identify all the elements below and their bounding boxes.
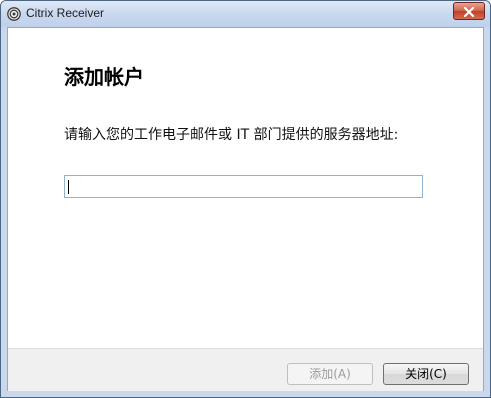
close-icon	[463, 2, 475, 21]
app-window: Citrix Receiver 添加帐户 请输入您的工作电子邮件或 IT 部门提…	[0, 0, 491, 398]
button-bar: 添加(A) 关闭(C)	[8, 348, 483, 391]
window-close-button[interactable]	[453, 2, 485, 20]
dialog-body: 添加帐户 请输入您的工作电子邮件或 IT 部门提供的服务器地址: 添加(A) 关…	[7, 27, 484, 391]
title-bar[interactable]: Citrix Receiver	[1, 1, 490, 27]
page-title: 添加帐户	[64, 65, 144, 89]
text-caret	[68, 180, 69, 194]
citrix-receiver-icon	[7, 6, 21, 21]
server-address-input[interactable]	[64, 175, 423, 198]
close-button[interactable]: 关闭(C)	[383, 363, 469, 385]
instruction-text: 请输入您的工作电子邮件或 IT 部门提供的服务器地址:	[64, 127, 399, 143]
window-title: Citrix Receiver	[26, 6, 105, 20]
add-button[interactable]: 添加(A)	[287, 363, 373, 385]
